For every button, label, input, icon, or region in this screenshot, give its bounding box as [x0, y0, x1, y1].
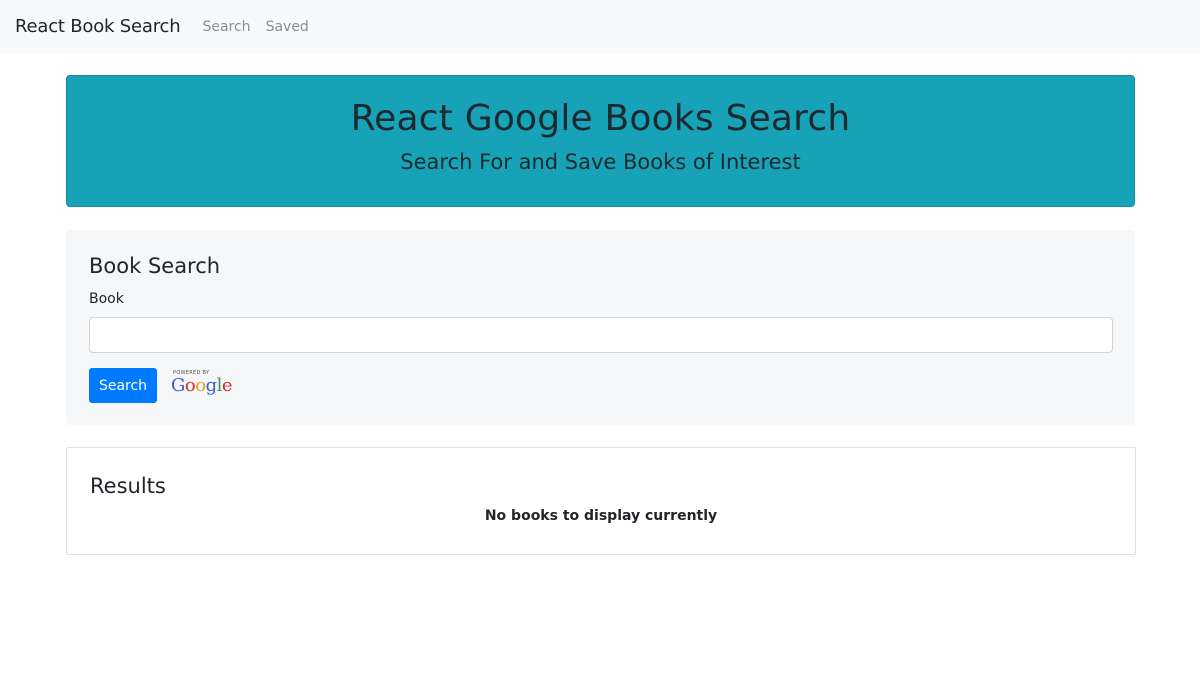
- brand-link[interactable]: React Book Search: [15, 16, 181, 37]
- empty-results-message: No books to display currently: [484, 508, 718, 524]
- search-card: Book Search Book Search POWERED BY Googl…: [66, 230, 1135, 425]
- nav-link-search[interactable]: Search: [202, 19, 250, 35]
- google-letter: o: [184, 375, 196, 396]
- hero-title: React Google Books Search: [350, 98, 851, 139]
- google-letter: o: [195, 375, 206, 396]
- google-letter: e: [221, 375, 233, 396]
- google-letter: g: [205, 375, 218, 396]
- book-field-label: Book: [89, 291, 124, 307]
- nav-link-saved[interactable]: Saved: [266, 19, 309, 35]
- search-card-title: Book Search: [89, 254, 221, 278]
- google-letter: G: [171, 375, 185, 396]
- powered-by-google-logo: POWERED BY Google: [171, 370, 233, 400]
- hero-subtitle: Search For and Save Books of Interest: [400, 150, 801, 174]
- book-search-input[interactable]: [89, 317, 1113, 353]
- navbar: React Book Search Search Saved: [0, 0, 1200, 53]
- search-button[interactable]: Search: [89, 368, 157, 403]
- results-title: Results: [90, 474, 166, 498]
- google-wordmark: Google: [171, 375, 233, 396]
- results-card: Results No books to display currently: [66, 447, 1136, 555]
- hero-banner: React Google Books Search Search For and…: [66, 75, 1135, 207]
